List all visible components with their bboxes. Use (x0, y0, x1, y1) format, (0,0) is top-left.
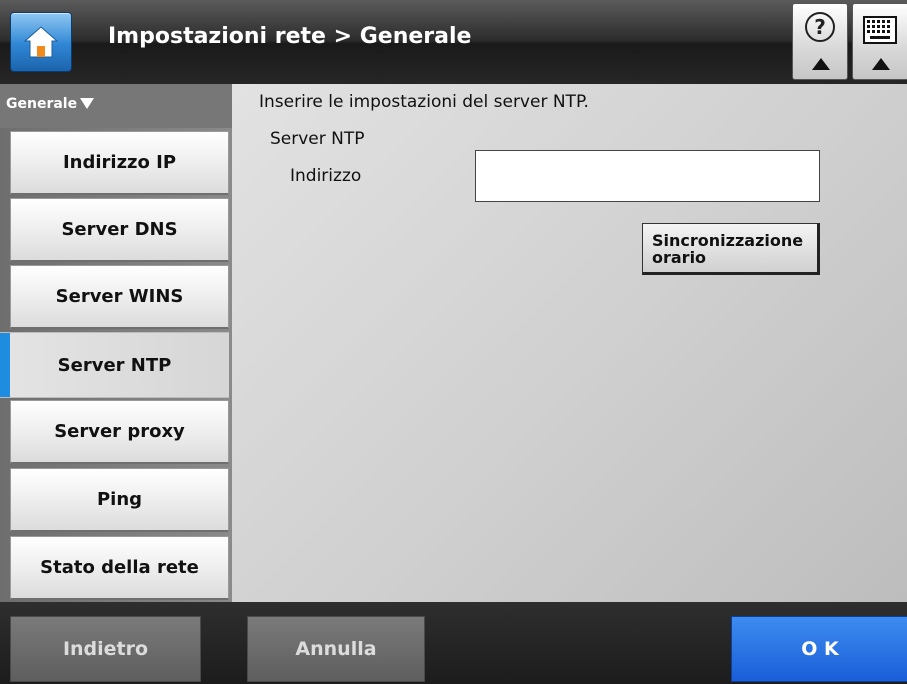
group-label: Server NTP (270, 129, 365, 149)
home-icon (23, 26, 59, 58)
sidebar-item-server-dns[interactable]: Server DNS (10, 198, 229, 262)
cancel-button[interactable]: Annulla (247, 616, 425, 682)
sidebar-item-label: Server proxy (54, 421, 185, 442)
keyboard-button[interactable] (852, 3, 907, 80)
expand-up-icon (812, 58, 830, 70)
screen: Impostazioni rete > Generale ? Generale (0, 0, 907, 684)
sidebar-item-ping[interactable]: Ping (10, 468, 229, 532)
address-input[interactable] (475, 150, 820, 202)
ok-button[interactable]: O K (731, 616, 907, 682)
instruction-text: Inserire le impostazioni del server NTP. (259, 92, 589, 112)
sidebar-item-label: Indirizzo IP (62, 152, 177, 173)
sidebar-item-server-ntp[interactable]: Server NTP (0, 332, 229, 398)
sidebar-item-label: Stato della rete (40, 557, 199, 578)
time-sync-button[interactable]: Sincronizzazione orario (642, 223, 820, 275)
expand-up-icon (872, 58, 890, 70)
sidebar-item-server-wins[interactable]: Server WINS (10, 265, 229, 329)
address-label: Indirizzo (290, 166, 362, 186)
back-button[interactable]: Indietro (10, 616, 201, 682)
footer-bar: Indietro Annulla O K (0, 602, 907, 684)
sidebar-item-label: Server DNS (61, 219, 178, 240)
keyboard-icon (863, 16, 897, 44)
help-button[interactable]: ? (792, 3, 848, 80)
section-label-wrap: Generale (6, 96, 95, 112)
dropdown-arrow-icon (80, 98, 95, 109)
section-dropdown[interactable]: Generale (0, 84, 232, 128)
sidebar-item-label: Ping (96, 489, 143, 510)
header-bar: Impostazioni rete > Generale ? (0, 0, 907, 84)
sidebar-item-stato-della-rete[interactable]: Stato della rete (10, 536, 229, 600)
sidebar-item-label: Server NTP (57, 354, 172, 376)
home-button[interactable] (10, 12, 72, 72)
main-panel: Inserire le impostazioni del server NTP.… (232, 84, 907, 602)
sidebar-item-label: Server WINS (55, 286, 184, 307)
sidebar-item-server-proxy[interactable]: Server proxy (10, 400, 229, 464)
page-title: Impostazioni rete > Generale (108, 24, 472, 49)
sidebar-item-indirizzo-ip[interactable]: Indirizzo IP (10, 131, 229, 195)
sidebar: Generale Indirizzo IP Server DNS Server … (0, 84, 232, 602)
help-icon: ? (805, 12, 835, 42)
section-label: Generale (6, 96, 78, 112)
